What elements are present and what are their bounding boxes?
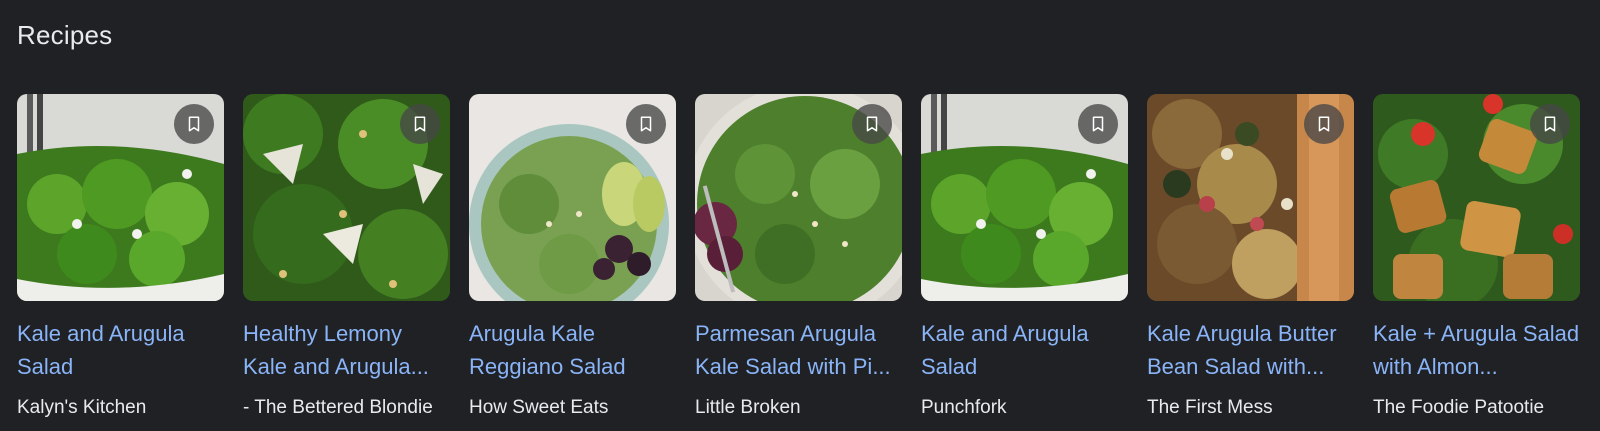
recipe-card[interactable]: Kale and Arugula Salad Punchfork [921,94,1128,420]
recipe-thumbnail[interactable] [17,94,224,301]
recipe-card[interactable]: Healthy Lemony Kale and Arugula... - The… [243,94,450,420]
recipe-card[interactable]: Kale + Arugula Salad with Almon... The F… [1373,94,1580,420]
recipe-thumbnail[interactable] [469,94,676,301]
bookmark-button[interactable] [1304,104,1344,144]
recipe-title-link[interactable]: Kale + Arugula Salad with Almon... [1373,317,1580,383]
recipe-thumbnail[interactable] [1147,94,1354,301]
recipe-card[interactable]: Kale Arugula Butter Bean Salad with... T… [1147,94,1354,420]
bookmark-button[interactable] [400,104,440,144]
recipe-title-link[interactable]: Kale and Arugula Salad [17,317,224,383]
recipe-thumbnail[interactable] [1373,94,1580,301]
bookmark-button[interactable] [626,104,666,144]
recipe-title-link[interactable]: Parmesan Arugula Kale Salad with Pi... [695,317,902,383]
recipe-carousel: Kale and Arugula Salad Kalyn's Kitchen H… [17,94,1580,420]
bookmark-icon [1092,116,1104,132]
recipe-source: - The Bettered Blondie [243,397,433,418]
recipe-thumbnail[interactable] [695,94,902,301]
recipe-title-link[interactable]: Healthy Lemony Kale and Arugula... [243,317,450,383]
recipe-card[interactable]: Kale and Arugula Salad Kalyn's Kitchen [17,94,224,420]
recipe-card[interactable]: Arugula Kale Reggiano Salad How Sweet Ea… [469,94,676,420]
bookmark-icon [188,116,200,132]
bookmark-button[interactable] [1078,104,1118,144]
bookmark-icon [866,116,878,132]
recipe-card[interactable]: Parmesan Arugula Kale Salad with Pi... L… [695,94,902,420]
recipe-source: Kalyn's Kitchen [17,397,147,418]
bookmark-icon [414,116,426,132]
bookmark-icon [1544,116,1556,132]
bookmark-icon [1318,116,1330,132]
recipe-source: How Sweet Eats [469,397,609,418]
recipe-title-link[interactable]: Kale and Arugula Salad [921,317,1128,383]
bookmark-icon [640,116,652,132]
recipe-thumbnail[interactable] [243,94,450,301]
bookmark-button[interactable] [1530,104,1570,144]
bookmark-button[interactable] [852,104,892,144]
recipe-title-link[interactable]: Arugula Kale Reggiano Salad [469,317,676,383]
recipe-source: The First Mess [1147,397,1273,418]
bookmark-button[interactable] [174,104,214,144]
recipe-source: Punchfork [921,397,1007,418]
recipes-section: Recipes Kale and Arugula Salad Kalyn's K… [0,0,1600,431]
recipe-source: The Foodie Patootie [1373,397,1545,418]
recipe-thumbnail[interactable] [921,94,1128,301]
recipe-title-link[interactable]: Kale Arugula Butter Bean Salad with... [1147,317,1354,383]
recipe-source: Little Broken [695,397,801,418]
section-title: Recipes [17,20,113,50]
